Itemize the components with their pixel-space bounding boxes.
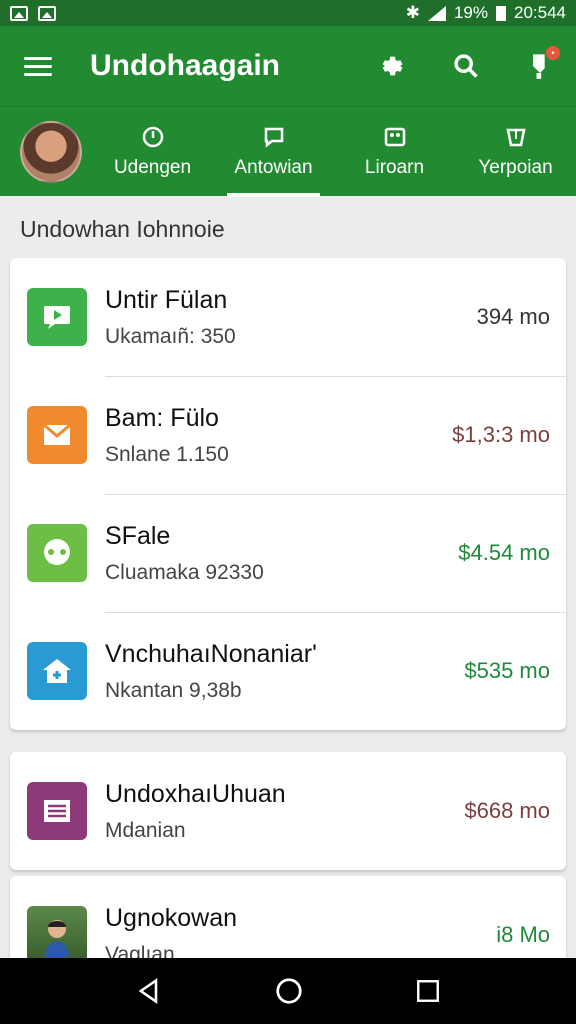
- chat-bubble-icon: [27, 288, 87, 346]
- cup-icon: [505, 128, 526, 146]
- tab-label: Udengen: [113, 156, 192, 178]
- notification-icon[interactable]: •: [526, 46, 560, 80]
- chat-icon: [264, 127, 283, 148]
- search-icon[interactable]: [452, 52, 480, 80]
- gallery-icon: [384, 127, 405, 146]
- home-button-icon[interactable]: [274, 976, 304, 1006]
- list-item[interactable]: UndoxhaıUhuan Mdanian $668 mo: [10, 752, 566, 870]
- tab-label: Antowian: [234, 156, 313, 178]
- status-system-icons: ✱ 19% 20:544: [406, 3, 566, 23]
- item-subtitle: Mdanian: [105, 818, 186, 842]
- battery-icon: [496, 5, 506, 21]
- recents-icon[interactable]: [415, 978, 441, 1004]
- subscription-card: UndoxhaıUhuan Mdanian $668 mo: [10, 752, 566, 870]
- mail-icon: [27, 406, 87, 464]
- item-title: SFale: [105, 521, 171, 550]
- item-subtitle: Nkantan 9,38b: [105, 678, 242, 702]
- menu-icon[interactable]: [24, 56, 52, 76]
- photo-icon: [27, 906, 87, 964]
- status-bar: ✱ 19% 20:544: [0, 0, 576, 26]
- subscription-card: Untir Fülan Ukamaıñ: 350 394 mo Bam: Fül…: [10, 258, 566, 730]
- list-icon: [27, 782, 87, 840]
- item-price: $535 mo: [464, 658, 550, 683]
- status-time: 20:544: [514, 3, 566, 22]
- tab-bar: Udengen Antowian Liroarn Yerpoian: [0, 106, 576, 197]
- home-icon: [27, 642, 87, 700]
- item-price: $1,3:3 mo: [452, 422, 550, 447]
- app-bar: Undohaagain •: [0, 26, 576, 106]
- list-item[interactable]: VnchuhaıNonaniar' Nkantan 9,38b $535 mo: [10, 612, 566, 730]
- item-title: VnchuhaıNonaniar': [105, 639, 317, 668]
- clock-icon: [142, 126, 163, 147]
- list-item[interactable]: Bam: Fülo Snlane 1.150 $1,3:3 mo: [10, 376, 566, 494]
- user-avatar[interactable]: [20, 120, 82, 183]
- bluetooth-icon: ✱: [405, 3, 420, 22]
- list-item[interactable]: Untir Fülan Ukamaıñ: 350 394 mo: [10, 258, 566, 376]
- item-price: $4.54 mo: [458, 540, 550, 565]
- settings-icon[interactable]: [378, 52, 406, 80]
- tab-antowian[interactable]: Antowian: [213, 107, 334, 197]
- system-navigation-bar: [0, 958, 576, 1024]
- gallery-icon: [38, 5, 56, 21]
- signal-icon: [427, 5, 446, 21]
- list-item[interactable]: SFale Cluamaka 92330 $4.54 mo: [10, 494, 566, 612]
- item-title: Untir Fülan: [105, 285, 228, 314]
- item-subtitle: Ukamaıñ: 350: [105, 324, 236, 348]
- tab-udengen[interactable]: Udengen: [92, 107, 213, 197]
- notification-badge: •: [546, 46, 560, 60]
- item-subtitle: Snlane 1.150: [105, 442, 229, 466]
- item-price: 394 mo: [476, 304, 550, 329]
- item-subtitle: Cluamaka 92330: [105, 560, 264, 584]
- tab-label: Yerpoian: [478, 156, 553, 178]
- app-title: Undohaagain: [90, 49, 281, 82]
- gamepad-icon: [27, 524, 87, 582]
- tab-label: Liroarn: [364, 156, 425, 178]
- tab-liroarn[interactable]: Liroarn: [334, 107, 455, 197]
- item-title: Bam: Fülo: [105, 403, 219, 432]
- battery-percent: 19%: [453, 3, 488, 22]
- status-notification-icons: [10, 5, 56, 21]
- item-price: i8 Mo: [496, 922, 550, 947]
- item-title: UndoxhaıUhuan: [105, 779, 286, 808]
- section-title: Undowhan Iohnnoie: [20, 216, 225, 242]
- tab-yerpoian[interactable]: Yerpoian: [455, 107, 576, 197]
- item-price: $668 mo: [464, 798, 550, 823]
- back-icon[interactable]: [135, 977, 163, 1005]
- gallery-icon: [10, 5, 28, 21]
- item-title: Ugnokowan: [105, 903, 238, 932]
